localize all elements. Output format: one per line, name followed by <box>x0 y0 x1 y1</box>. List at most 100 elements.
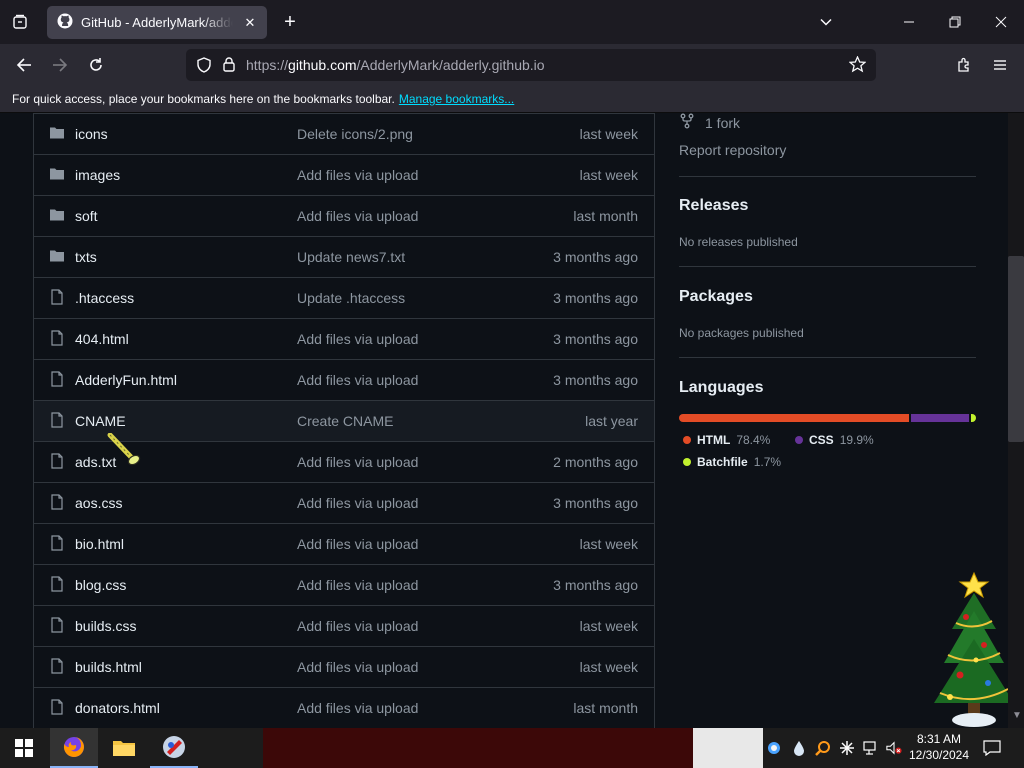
restore-button[interactable] <box>940 8 970 36</box>
file-name-link[interactable]: 404.html <box>75 331 129 347</box>
file-row[interactable]: builds.css Add files via upload last week <box>34 605 654 646</box>
taskbar-running-app[interactable] <box>263 728 693 768</box>
file-name-link[interactable]: builds.css <box>75 618 136 634</box>
commit-message-link[interactable]: Add files via upload <box>297 700 418 716</box>
file-row[interactable]: AdderlyFun.html Add files via upload 3 mon… <box>34 359 654 400</box>
network-icon[interactable] <box>863 740 879 756</box>
file-name-link[interactable]: images <box>75 167 120 183</box>
language-html[interactable]: HTML 78.4% <box>683 433 770 447</box>
commit-message-link[interactable]: Delete icons/2.png <box>297 126 413 142</box>
file-icon <box>49 494 65 510</box>
christmas-tree-icon <box>926 565 1008 728</box>
address-bar[interactable]: https://github.com/AdderlyMark/adderly.g… <box>186 49 876 81</box>
taskbar-file-explorer[interactable] <box>100 728 148 768</box>
packages-empty: No packages published <box>679 326 804 340</box>
commit-age: last week <box>579 536 638 552</box>
menu-icon[interactable] <box>985 50 1015 80</box>
file-icon <box>49 371 65 387</box>
language-css[interactable]: CSS 19.9% <box>795 433 874 447</box>
notifications-icon[interactable] <box>982 739 1002 757</box>
bookmark-star-icon[interactable] <box>848 55 867 76</box>
tab-manager-icon[interactable] <box>5 8 35 36</box>
extensions-icon[interactable] <box>949 50 979 80</box>
language-bar-segment[interactable] <box>971 414 976 422</box>
file-name-link[interactable]: AdderlyFun.html <box>75 372 177 388</box>
bookmarks-hint: For quick access, place your bookmarks h… <box>12 92 395 106</box>
new-tab-button[interactable]: + <box>275 8 305 36</box>
minimize-button[interactable] <box>894 8 924 36</box>
file-name-link[interactable]: donators.html <box>75 700 160 716</box>
commit-age: 3 months ago <box>553 331 638 347</box>
file-name-link[interactable]: icons <box>75 126 108 142</box>
releases-heading[interactable]: Releases <box>679 197 748 215</box>
commit-message-link[interactable]: Add files via upload <box>297 659 418 675</box>
file-name-link[interactable]: soft <box>75 208 98 224</box>
commit-message-link[interactable]: Update .htaccess <box>297 290 405 306</box>
commit-message-link[interactable]: Add files via upload <box>297 536 418 552</box>
tab-strip: GitHub - AdderlyMark/adderly.github.io ✕… <box>0 0 1024 44</box>
commit-message-link[interactable]: Add files via upload <box>297 577 418 593</box>
asterisk-icon[interactable] <box>839 740 855 756</box>
commit-age: 3 months ago <box>553 495 638 511</box>
shield-icon[interactable] <box>196 57 212 76</box>
language-bar-segment[interactable] <box>910 414 970 422</box>
github-favicon-icon <box>57 13 73 32</box>
file-name-link[interactable]: txts <box>75 249 97 265</box>
back-button[interactable] <box>9 50 39 80</box>
commit-message-link[interactable]: Update news7.txt <box>297 249 405 265</box>
taskbar-app-thumbnail[interactable] <box>693 728 763 768</box>
commit-message-link[interactable]: Add files via upload <box>297 331 418 347</box>
taskbar-paint-app[interactable] <box>150 728 198 768</box>
commit-age: last year <box>585 413 638 429</box>
manage-bookmarks-link[interactable]: Manage bookmarks... <box>399 92 514 106</box>
file-name-link[interactable]: .htaccess <box>75 290 134 306</box>
file-row[interactable]: txts Update news7.txt 3 months ago <box>34 236 654 277</box>
file-row[interactable]: donators.html Add files via upload last mo… <box>34 687 654 728</box>
commit-message-link[interactable]: Add files via upload <box>297 454 418 470</box>
taskbar-firefox[interactable] <box>50 728 98 768</box>
fork-count[interactable]: 1 fork <box>679 113 740 132</box>
file-row[interactable]: bio.html Add files via upload last week <box>34 523 654 564</box>
commit-message-link[interactable]: Add files via upload <box>297 208 418 224</box>
file-row[interactable]: blog.css Add files via upload 3 months ago <box>34 564 654 605</box>
report-repository-link[interactable]: Report repository <box>679 142 786 158</box>
file-row[interactable]: builds.html Add files via upload last week <box>34 646 654 687</box>
file-name-link[interactable]: aos.css <box>75 495 122 511</box>
tab-github[interactable]: GitHub - AdderlyMark/adderly.github.io ✕ <box>47 6 267 39</box>
commit-message-link[interactable]: Add files via upload <box>297 618 418 634</box>
file-name-link[interactable]: bio.html <box>75 536 124 552</box>
reload-button[interactable] <box>81 50 111 80</box>
github-repo-page: icons Delete icons/2.png last week images Ad… <box>0 113 1008 728</box>
tray-app-icon[interactable] <box>766 740 782 756</box>
file-row[interactable]: 404.html Add files via upload 3 months ago <box>34 318 654 359</box>
file-row[interactable]: aos.css Add files via upload 3 months ago <box>34 482 654 523</box>
close-tab-icon[interactable]: ✕ <box>241 15 259 31</box>
language-batchfile[interactable]: Batchfile 1.7% <box>683 455 781 469</box>
volume-muted-icon[interactable] <box>886 740 902 756</box>
commit-age: last week <box>579 659 638 675</box>
list-all-tabs-icon[interactable] <box>811 8 841 36</box>
scroll-down-arrow-icon[interactable]: ▼ <box>1012 710 1022 721</box>
commit-message-link[interactable]: Add files via upload <box>297 495 418 511</box>
file-row[interactable]: .htaccess Update .htaccess 3 months ago <box>34 277 654 318</box>
scrollbar-thumb[interactable] <box>1008 256 1024 442</box>
packages-heading[interactable]: Packages <box>679 288 753 306</box>
commit-message-link[interactable]: Create CNAME <box>297 413 393 429</box>
folder-icon <box>113 741 135 756</box>
system-clock[interactable]: 8:31 AM 12/30/2024 <box>908 731 970 763</box>
search-magnifier-icon[interactable] <box>815 740 831 756</box>
forward-button[interactable] <box>45 50 75 80</box>
close-window-button[interactable] <box>986 8 1016 36</box>
file-name-link[interactable]: blog.css <box>75 577 126 593</box>
file-name-link[interactable]: CNAME <box>75 413 126 429</box>
start-button[interactable] <box>0 728 48 768</box>
file-row[interactable]: images Add files via upload last week <box>34 154 654 195</box>
language-bar-segment[interactable] <box>679 414 909 422</box>
file-row[interactable]: icons Delete icons/2.png last week <box>34 113 654 154</box>
commit-message-link[interactable]: Add files via upload <box>297 372 418 388</box>
file-row[interactable]: soft Add files via upload last month <box>34 195 654 236</box>
lock-icon[interactable] <box>222 56 236 75</box>
file-name-link[interactable]: builds.html <box>75 659 142 675</box>
commit-message-link[interactable]: Add files via upload <box>297 167 418 183</box>
water-drop-icon[interactable] <box>791 740 807 756</box>
